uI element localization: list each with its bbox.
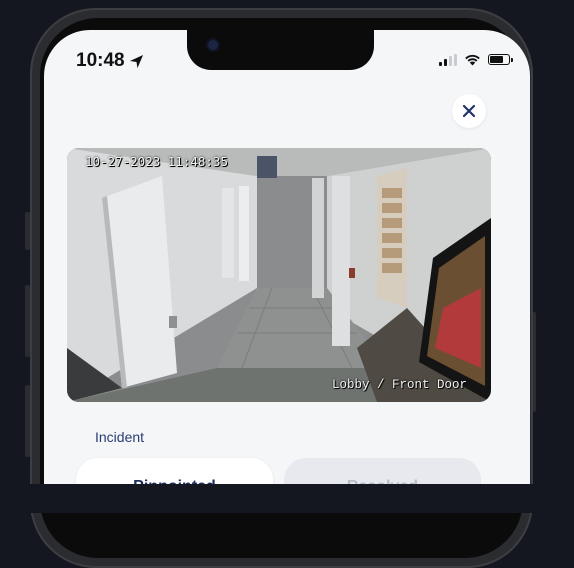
feed-location-label: Lobby / Front Door <box>331 378 467 392</box>
feed-timestamp: 10-27-2023 11:48:35 <box>85 154 228 169</box>
location-arrow-icon <box>129 54 143 68</box>
dynamic-notch <box>187 30 374 70</box>
status-time-text: 10:48 <box>76 50 125 71</box>
camera-feed-image <box>67 148 491 402</box>
front-camera-icon <box>208 40 218 50</box>
bottom-fade <box>0 484 574 513</box>
camera-feed[interactable]: 10-27-2023 11:48:35 Lobby / Front Door <box>67 148 491 402</box>
cellular-signal-icon <box>439 53 457 66</box>
close-button[interactable] <box>452 94 486 128</box>
close-icon <box>462 104 476 118</box>
phone-screen: 10:48 10-27-2023 11:48:35 Lobby / Front … <box>44 30 530 490</box>
status-time: 10:48 <box>76 50 144 72</box>
incident-section-label: Incident <box>95 429 145 445</box>
status-icons <box>439 53 513 66</box>
wifi-icon <box>465 54 480 66</box>
battery-icon <box>488 54 513 65</box>
